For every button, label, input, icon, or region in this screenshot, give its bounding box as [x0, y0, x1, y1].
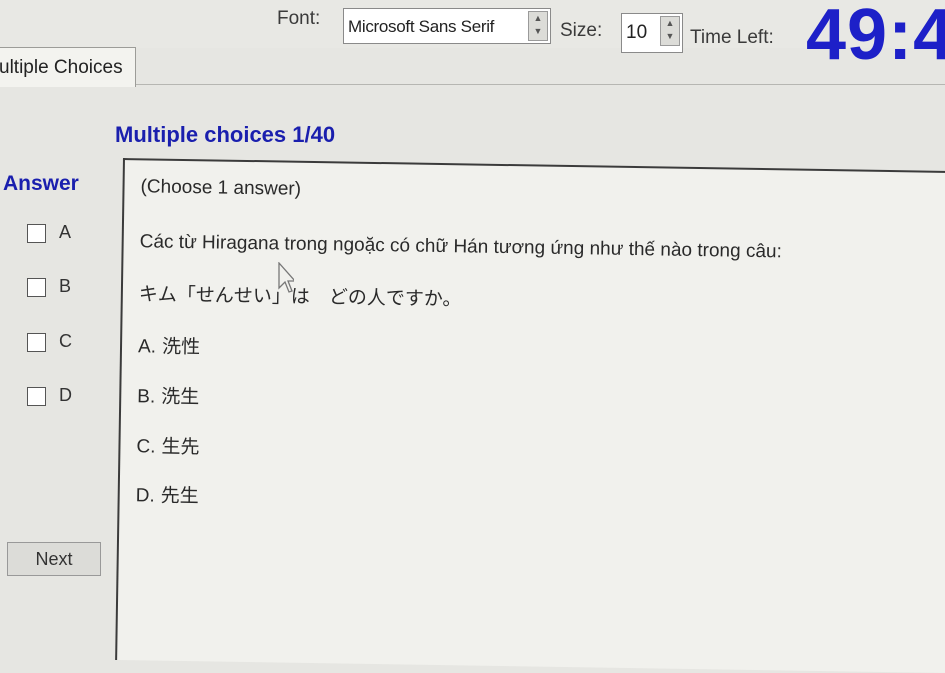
answer-option-b[interactable]: B	[27, 275, 97, 301]
choice-c-text: 生先	[161, 435, 200, 459]
question-text: Các từ Hiragana trong ngoặc có chữ Hán t…	[139, 231, 782, 263]
checkbox-d[interactable]	[27, 387, 46, 406]
choice-a: A. 洗性	[138, 331, 200, 359]
answer-option-c[interactable]: C	[27, 330, 97, 356]
font-label: Font:	[277, 8, 321, 29]
answer-option-c-label: C	[59, 331, 72, 351]
answer-heading: Answer	[3, 172, 79, 195]
choice-d-text: 先生	[160, 484, 199, 508]
choose-hint: (Choose 1 answer)	[140, 176, 302, 200]
size-spinner-icon[interactable]: ▲ ▼	[660, 16, 680, 46]
question-panel: (Choose 1 answer) Các từ Hiragana trong …	[115, 158, 945, 673]
choice-c-letter: C.	[136, 436, 156, 458]
choice-a-text: 洗性	[161, 335, 201, 359]
answer-option-a[interactable]: A	[27, 221, 97, 247]
choice-d-letter: D.	[135, 485, 155, 507]
checkbox-b[interactable]	[27, 278, 46, 297]
answer-option-a-label: A	[59, 222, 72, 242]
choice-b-letter: B.	[137, 386, 156, 408]
checkbox-a[interactable]	[27, 224, 46, 243]
size-field[interactable]: 10 ▲ ▼	[621, 13, 683, 53]
checkbox-c[interactable]	[27, 333, 46, 352]
answer-option-d[interactable]: D	[27, 384, 97, 410]
size-value: 10	[626, 22, 648, 43]
choice-a-letter: A.	[137, 336, 157, 358]
time-left-value: 49:4	[806, 0, 945, 75]
next-button[interactable]: Next	[7, 542, 101, 576]
choice-b: B. 洗生	[137, 381, 199, 409]
mouse-cursor-icon	[278, 262, 294, 293]
choice-b-text: 洗生	[161, 385, 200, 409]
answer-option-b-label: B	[59, 276, 72, 296]
font-select[interactable]: Microsoft Sans Serif ▲ ▼	[343, 8, 551, 44]
tab-multiple-choices[interactable]: ultiple Choices	[0, 47, 136, 87]
size-label: Size:	[560, 20, 603, 41]
font-select-value: Microsoft Sans Serif	[348, 17, 495, 36]
panel-title: Multiple choices 1/40	[115, 122, 336, 147]
font-spinner-icon[interactable]: ▲ ▼	[528, 11, 548, 41]
answer-option-d-label: D	[59, 385, 72, 405]
choice-c: C. 生先	[136, 431, 199, 459]
tab-divider	[136, 84, 945, 85]
question-sentence: キム「せんせい」は どの人ですか。	[138, 283, 462, 311]
time-left-label: Time Left:	[690, 27, 774, 48]
choice-d: D. 先生	[136, 480, 199, 508]
